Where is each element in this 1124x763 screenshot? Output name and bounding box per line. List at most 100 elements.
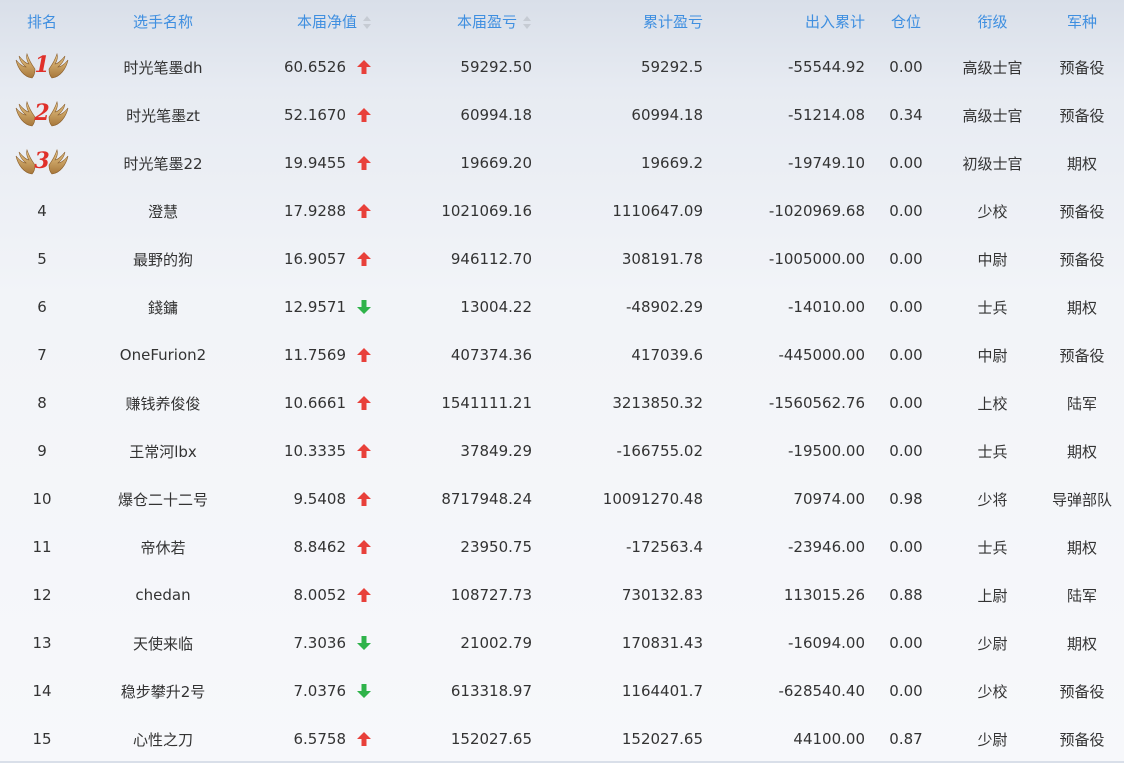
down-arrow-icon (357, 684, 371, 698)
table-row[interactable]: 5 最野的狗 16.9057 946112.70 308191.78 -1005000.0… (0, 235, 1124, 283)
cum-value: 3213850.32 (612, 394, 703, 412)
position-value: 0.34 (889, 106, 923, 124)
rank-number: 1 (34, 52, 50, 78)
table-row[interactable]: 3 时光笔墨22 19.9455 19669.20 19669.2 -19749.10 0.… (0, 139, 1124, 187)
table-header: 排名 选手名称 本届净值 本届盈亏 累计盈亏 出入累计 仓位 衔级 军种 (0, 0, 1124, 43)
branch-value: 陆军 (1066, 394, 1097, 413)
player-name[interactable]: 时光笔墨dh (84, 43, 242, 91)
nav-cell: 52.1670 (242, 91, 394, 139)
flow-value: -1005000.00 (768, 250, 865, 268)
pnl-value: 23950.75 (460, 538, 532, 556)
nav-cell: 8.8462 (242, 523, 394, 571)
table-row[interactable]: 4 澄慧 17.9288 1021069.16 1110647.09 -1020969.6… (0, 187, 1124, 235)
down-arrow-icon (357, 636, 371, 650)
nav-cell: 11.7569 (242, 331, 394, 379)
pnl-value: 407374.36 (450, 346, 532, 364)
sort-icon[interactable] (523, 16, 532, 29)
rank-title-value: 少尉 (977, 634, 1008, 653)
sort-icon[interactable] (363, 16, 372, 29)
cum-value: 417039.6 (631, 346, 703, 364)
up-arrow-icon (357, 60, 371, 74)
table-row[interactable]: 9 王常河lbx 10.3335 37849.29 -166755.02 -19500.0… (0, 427, 1124, 475)
table-row[interactable]: 6 錢鏞 12.9571 13004.22 -48902.29 -14010.00 0.00… (0, 283, 1124, 331)
pnl-value: 19669.20 (460, 154, 532, 172)
rank-title-value: 高级士官 (962, 58, 1023, 77)
player-name[interactable]: 时光笔墨22 (84, 139, 242, 187)
table-row[interactable]: 7 OneFurion2 11.7569 407374.36 417039.6 -4450… (0, 331, 1124, 379)
column-header-title[interactable]: 衔级 (945, 0, 1040, 43)
cum-value: 60994.18 (631, 106, 703, 124)
table-row[interactable]: 10 爆仓二十二号 9.5408 8717948.24 10091270.48 70974… (0, 475, 1124, 523)
branch-value: 预备役 (1059, 730, 1105, 749)
rank-cell: 3 (0, 139, 84, 187)
table-row[interactable]: 15 心性之刀 6.5758 152027.65 152027.65 44100.00 0.… (0, 715, 1124, 763)
pnl-value: 60994.18 (460, 106, 532, 124)
player-name[interactable]: 錢鏞 (84, 283, 242, 331)
flow-value: 44100.00 (793, 730, 865, 748)
player-name[interactable]: 赚钱养俊俊 (84, 379, 242, 427)
rank-cell: 5 (37, 250, 47, 268)
table-row[interactable]: 2 时光笔墨zt 52.1670 60994.18 60994.18 -51214.08 0… (0, 91, 1124, 139)
table-row[interactable]: 11 帝休若 8.8462 23950.75 -172563.4 -23946.00 0.0… (0, 523, 1124, 571)
position-value: 0.00 (889, 634, 923, 652)
table-row[interactable]: 13 天使来临 7.3036 21002.79 170831.43 -16094.00 0.… (0, 619, 1124, 667)
rank-title-value: 上校 (977, 394, 1008, 413)
player-name[interactable]: 帝休若 (84, 523, 242, 571)
nav-cell: 10.3335 (242, 427, 394, 475)
column-header-name[interactable]: 选手名称 (84, 0, 242, 43)
cum-value: 59292.5 (640, 58, 703, 76)
rank-cell: 6 (37, 298, 47, 316)
player-name[interactable]: 最野的狗 (84, 235, 242, 283)
pnl-value: 37849.29 (460, 442, 532, 460)
flow-value: 70974.00 (793, 490, 865, 508)
rank-title-value: 少尉 (977, 730, 1008, 749)
player-name[interactable]: chedan (84, 571, 242, 619)
ranking-table: 排名 选手名称 本届净值 本届盈亏 累计盈亏 出入累计 仓位 衔级 军种 1 时光… (0, 0, 1124, 763)
pnl-value: 59292.50 (460, 58, 532, 76)
rank-title-value: 少将 (977, 490, 1008, 509)
rank-title-value: 上尉 (977, 586, 1008, 605)
column-header-rank[interactable]: 排名 (0, 0, 84, 43)
rank-cell: 8 (37, 394, 47, 412)
flow-value: -55544.92 (788, 58, 865, 76)
up-arrow-icon (357, 252, 371, 266)
nav-cell: 16.9057 (242, 235, 394, 283)
player-name[interactable]: 澄慧 (84, 187, 242, 235)
column-header-flow[interactable]: 出入累计 (705, 0, 867, 43)
branch-value: 预备役 (1059, 58, 1105, 77)
player-name[interactable]: 王常河lbx (84, 427, 242, 475)
position-value: 0.00 (889, 442, 923, 460)
player-name[interactable]: 心性之刀 (84, 715, 242, 763)
cum-value: 19669.2 (640, 154, 703, 172)
nav-value: 17.9288 (283, 202, 346, 220)
column-header-cum[interactable]: 累计盈亏 (552, 0, 705, 43)
table-row[interactable]: 1 时光笔墨dh 60.6526 59292.50 59292.5 -55544.92 0.… (0, 43, 1124, 91)
table-row[interactable]: 8 赚钱养俊俊 10.6661 1541111.21 3213850.32 -156056… (0, 379, 1124, 427)
table-row[interactable]: 12 chedan 8.0052 108727.73 730132.83 113015.2… (0, 571, 1124, 619)
column-header-nav[interactable]: 本届净值 (242, 0, 394, 43)
column-header-pos[interactable]: 仓位 (867, 0, 945, 43)
player-name[interactable]: 爆仓二十二号 (84, 475, 242, 523)
column-header-branch[interactable]: 军种 (1040, 0, 1124, 43)
table-row[interactable]: 14 稳步攀升2号 7.0376 613318.97 1164401.7 -628540.… (0, 667, 1124, 715)
flow-value: -23946.00 (788, 538, 865, 556)
rank-title-value: 少校 (977, 682, 1008, 701)
branch-value: 预备役 (1059, 250, 1105, 269)
rank-title-value: 士兵 (977, 298, 1008, 317)
position-value: 0.00 (889, 346, 923, 364)
branch-value: 期权 (1066, 538, 1097, 557)
player-name[interactable]: 时光笔墨zt (84, 91, 242, 139)
flow-value: -445000.00 (778, 346, 865, 364)
column-header-pnl-label: 本届盈亏 (456, 13, 517, 31)
player-name[interactable]: OneFurion2 (84, 331, 242, 379)
player-name[interactable]: 稳步攀升2号 (84, 667, 242, 715)
nav-value: 8.8462 (293, 538, 347, 556)
up-arrow-icon (357, 108, 371, 122)
branch-value: 期权 (1066, 634, 1097, 653)
nav-value: 10.6661 (283, 394, 346, 412)
branch-value: 预备役 (1059, 202, 1105, 221)
cum-value: 10091270.48 (602, 490, 703, 508)
player-name[interactable]: 天使来临 (84, 619, 242, 667)
column-header-pnl[interactable]: 本届盈亏 (394, 0, 552, 43)
branch-value: 预备役 (1059, 346, 1105, 365)
